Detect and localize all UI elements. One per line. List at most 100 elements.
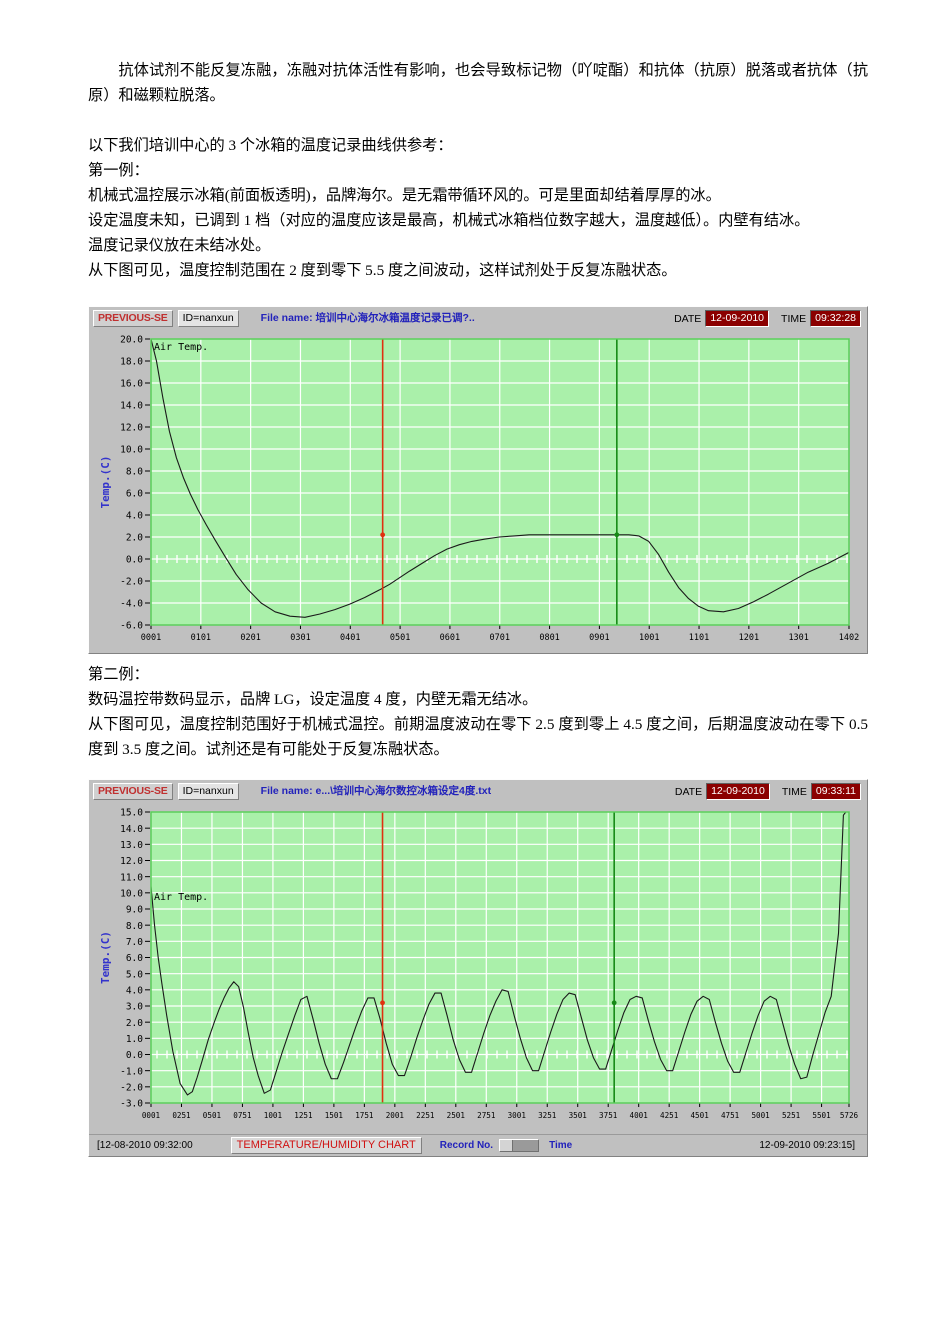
y-tick-label: -2.0 xyxy=(120,577,143,588)
x-tick-label: 1402 xyxy=(839,633,859,643)
x-tick-label: 0251 xyxy=(172,1111,191,1120)
file-name-label: File name: 培训中心海尔冰箱温度记录已调?.. xyxy=(260,312,475,324)
y-tick-label: 14.0 xyxy=(120,824,143,835)
y-tick-label: 6.0 xyxy=(126,953,143,964)
record-no-label: Record No. xyxy=(439,1140,494,1151)
green-cursor-marker[interactable] xyxy=(614,532,620,538)
y-tick-label: 1.0 xyxy=(126,1034,143,1045)
x-tick-label: 4251 xyxy=(660,1111,679,1120)
green-cursor-marker[interactable] xyxy=(611,1000,617,1006)
y-tick-label: 5.0 xyxy=(126,969,143,980)
y-tick-label: 16.0 xyxy=(120,379,143,390)
temperature-recorder-panel-1: PREVIOUS-SE ID=nanxun File name: 培训中心海尔冰… xyxy=(88,306,868,654)
x-tick-label: 3251 xyxy=(538,1111,557,1120)
x-tick-label: 1751 xyxy=(355,1111,374,1120)
x-tick-label: 0601 xyxy=(440,633,460,643)
series-title: Air Temp. xyxy=(154,342,208,353)
y-tick-label: 9.0 xyxy=(126,905,143,916)
document-page: 抗体试剂不能反复冻融，冻融对抗体活性有影响，也会导致标记物（吖啶酯）和抗体（抗原… xyxy=(0,0,945,1337)
x-tick-label: 2501 xyxy=(447,1111,466,1120)
y-tick-label: 3.0 xyxy=(126,1002,143,1013)
x-tick-label: 2751 xyxy=(477,1111,496,1120)
file-name-label: File name: e...\培训中心海尔数控冰箱设定4度.txt xyxy=(260,785,492,797)
x-tick-label: 1251 xyxy=(294,1111,313,1120)
y-tick-label: -6.0 xyxy=(120,621,143,632)
range-start-timestamp: [12-08-2010 09:32:00 xyxy=(97,1140,193,1151)
recorder2-status-bar: [12-08-2010 09:32:00 TEMPERATURE/HUMIDIT… xyxy=(89,1134,867,1156)
paragraph-8: 第二例： xyxy=(88,666,149,683)
series-title: Air Temp. xyxy=(154,892,208,903)
previous-screen-button[interactable]: PREVIOUS-SE xyxy=(93,309,173,327)
recorder1-datetime-group: DATE 12-09-2010 TIME 09:32:28 xyxy=(674,310,861,327)
x-tick-label: 2001 xyxy=(386,1111,405,1120)
x-tick-label: 5251 xyxy=(782,1111,801,1120)
x-tick-label: 1001 xyxy=(264,1111,283,1120)
device-id-field[interactable]: ID=nanxun xyxy=(177,309,239,327)
y-tick-label: -1.0 xyxy=(120,1066,143,1077)
chart1-svg[interactable]: 20.0 18.0 16.0 14.0 12.0 10.0 8.0 6.0 4.0 2.0 0.0 -… xyxy=(95,329,863,651)
chart2-svg[interactable]: 15.0 14.0 13.0 12.0 11.0 10.0 9.0 8.0 7.0 6.0 5.0 4… xyxy=(95,802,863,1129)
y-axis-title: Temp.(C) xyxy=(99,456,112,509)
record-scrollbar[interactable] xyxy=(499,1139,540,1152)
y-tick-label: 6.0 xyxy=(126,489,143,500)
y-tick-label: 20.0 xyxy=(120,335,143,346)
y-tick-label: 14.0 xyxy=(120,401,143,412)
x-tick-label: 0501 xyxy=(203,1111,222,1120)
x-tick-label: 3001 xyxy=(508,1111,527,1120)
paragraph-1: 抗体试剂不能反复冻融，冻融对抗体活性有影响，也会导致标记物（吖啶酯）和抗体（抗原… xyxy=(88,62,868,104)
x-tick-label: 0001 xyxy=(141,633,161,643)
range-end-timestamp: 12-09-2010 09:23:15] xyxy=(759,1140,855,1151)
date-value: 12-09-2010 xyxy=(705,310,770,327)
device-id-field[interactable]: ID=nanxun xyxy=(177,782,239,800)
x-tick-label: 5001 xyxy=(751,1111,770,1120)
chart-title-badge: TEMPERATURE/HUMIDITY CHART xyxy=(230,1137,422,1154)
x-tick-label: 5501 xyxy=(812,1111,831,1120)
paragraph-5: 设定温度未知，已调到 1 档（对应的温度应该是最高，机械式冰箱档位数字越大，温度… xyxy=(88,212,810,229)
x-tick-label: 4001 xyxy=(630,1111,649,1120)
paragraph-2: 以下我们培训中心的 3 个冰箱的温度记录曲线供参考： xyxy=(88,137,453,154)
paragraph-4: 机械式温控展示冰箱(前面板透明)，品牌海尔。是无霜带循环风的。可是里面却结着厚厚… xyxy=(88,187,721,204)
previous-screen-button[interactable]: PREVIOUS-SE xyxy=(93,782,173,800)
x-tick-label: 1101 xyxy=(689,633,709,643)
red-cursor-marker[interactable] xyxy=(380,1000,385,1006)
y-tick-label: 15.0 xyxy=(120,808,143,819)
x-tick-label: 0501 xyxy=(390,633,410,643)
y-tick-label: 10.0 xyxy=(120,888,143,899)
paragraph-9: 数码温控带数码显示，品牌 LG，设定温度 4 度，内壁无霜无结冰。 xyxy=(88,691,538,708)
x-tick-label: 5726 xyxy=(840,1111,859,1120)
y-tick-label: 2.0 xyxy=(126,1018,143,1029)
x-tick-label: 0751 xyxy=(233,1111,252,1120)
y-tick-label: 12.0 xyxy=(120,856,143,867)
date-value: 12-09-2010 xyxy=(706,783,770,800)
y-tick-label: 4.0 xyxy=(126,985,143,996)
y-tick-label: 4.0 xyxy=(126,511,143,522)
document-text-middle: 第二例： 数码温控带数码显示，品牌 LG，设定温度 4 度，内壁无霜无结冰。 从… xyxy=(88,662,868,762)
y-tick-label: 12.0 xyxy=(120,423,143,434)
time-axis-label: Time xyxy=(549,1140,573,1151)
x-tick-label: 0701 xyxy=(490,633,510,643)
x-tick-label: 3501 xyxy=(569,1111,588,1120)
y-tick-label: 13.0 xyxy=(120,840,143,851)
paragraph-10: 从下图可见，温度控制范围好于机械式温控。前期温度波动在零下 2.5 度到零上 4… xyxy=(88,716,868,758)
x-tick-label: 0101 xyxy=(191,633,211,643)
x-tick-label: 1301 xyxy=(788,633,808,643)
x-tick-label: 1201 xyxy=(739,633,759,643)
y-tick-label: 10.0 xyxy=(120,445,143,456)
scrollbar-thumb[interactable] xyxy=(500,1140,514,1151)
x-tick-label: 0901 xyxy=(589,633,609,643)
paragraph-6: 温度记录仪放在未结冰处。 xyxy=(88,237,271,254)
recorder1-header: PREVIOUS-SE ID=nanxun File name: 培训中心海尔冰… xyxy=(89,307,867,329)
x-tick-label: 4751 xyxy=(721,1111,740,1120)
y-tick-label: 0.0 xyxy=(126,555,143,566)
red-cursor-marker[interactable] xyxy=(380,532,386,538)
y-axis-title: Temp.(C) xyxy=(99,931,112,984)
time-value: 09:33:11 xyxy=(810,783,861,800)
y-tick-label: 8.0 xyxy=(126,921,143,932)
y-tick-label: -2.0 xyxy=(120,1082,143,1093)
chart1-plot-area[interactable]: 20.0 18.0 16.0 14.0 12.0 10.0 8.0 6.0 4.0 2.0 0.0 -… xyxy=(95,329,861,651)
x-tick-label: 4501 xyxy=(690,1111,709,1120)
y-tick-label: -4.0 xyxy=(120,599,143,610)
chart2-plot-area[interactable]: 15.0 14.0 13.0 12.0 11.0 10.0 9.0 8.0 7.0 6.0 5.0 4… xyxy=(95,802,861,1129)
y-tick-label: 7.0 xyxy=(126,937,143,948)
x-tick-label: 0401 xyxy=(340,633,360,643)
